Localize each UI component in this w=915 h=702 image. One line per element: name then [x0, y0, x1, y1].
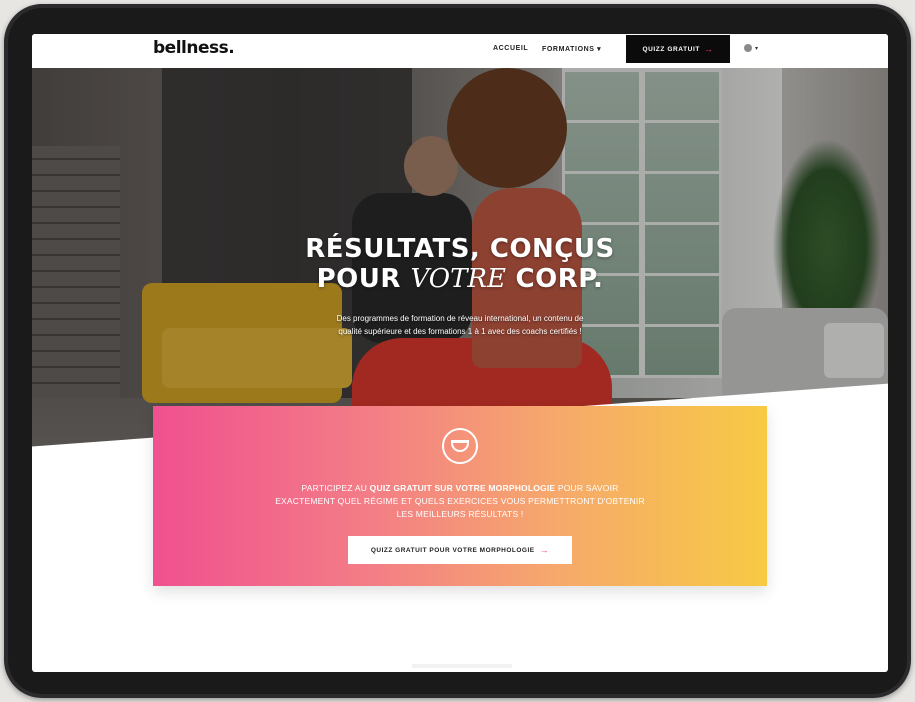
hero-title-corp: CORP. [505, 264, 604, 294]
site-logo[interactable]: bellness. [153, 38, 235, 58]
nav-quiz-button[interactable]: QUIZZ GRATUIT → [626, 35, 730, 63]
nav-quiz-button-label: QUIZZ GRATUIT [642, 45, 700, 53]
quiz-morphology-button[interactable]: QUIZZ GRATUIT POUR VOTRE MORPHOLOGIE → [348, 536, 572, 564]
footer-placeholder [412, 664, 512, 668]
quiz-promo-text: PARTICIPEZ AU QUIZ GRATUIT SUR VOTRE MOR… [273, 482, 647, 521]
quiz-morphology-button-label: QUIZZ GRATUIT POUR VOTRE MORPHOLOGIE [370, 546, 535, 554]
hero-title-line2: POUR VOTRE CORP. [32, 264, 888, 294]
quiz-promo-text-pre: PARTICIPEZ AU [301, 483, 370, 493]
chevron-down-icon: ▾ [755, 45, 759, 52]
language-selector[interactable]: ▾ [744, 44, 758, 52]
website-screen: bellness. ACCUEIL FORMATIONS ▾ QUIZZ GRA… [32, 34, 888, 672]
top-navigation: bellness. ACCUEIL FORMATIONS ▾ QUIZZ GRA… [32, 34, 888, 68]
hero-title-line1: RÉSULTATS, CONÇUS [305, 234, 615, 264]
nav-link-accueil[interactable]: ACCUEIL [493, 45, 528, 52]
nav-link-formations[interactable]: FORMATIONS ▾ [542, 45, 601, 53]
underwear-icon [442, 428, 478, 464]
hero-subtitle: Des programmes de formation de réveau in… [336, 314, 584, 336]
arrow-right-icon: → [703, 44, 714, 54]
hero-title: RÉSULTATS, CONÇUS POUR VOTRE CORP. [32, 234, 888, 294]
hero-title-pour: POUR [316, 264, 411, 294]
hero-title-votre: VOTRE [410, 264, 506, 294]
arrow-right-icon: → [539, 545, 550, 555]
quiz-promo-card: PARTICIPEZ AU QUIZ GRATUIT SUR VOTRE MOR… [153, 406, 767, 586]
quiz-promo-text-bold: QUIZ GRATUIT SUR VOTRE MORPHOLOGIE [369, 483, 556, 493]
globe-icon [744, 44, 752, 52]
